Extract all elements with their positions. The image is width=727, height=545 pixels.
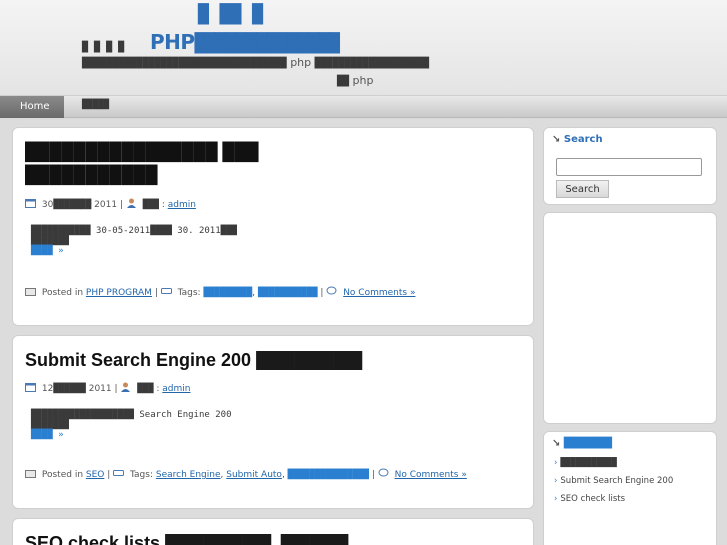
nav-home[interactable]: Home — [0, 96, 64, 118]
tag-link-1[interactable]: █████████ — [203, 288, 252, 298]
comment-icon — [378, 468, 389, 477]
recent-posts-widget: ↘ ████████ ███████████ Submit Search Eng… — [543, 431, 717, 545]
search-widget: ↘ Search Search — [543, 127, 717, 205]
calendar-icon — [25, 199, 36, 208]
post-excerpt: ███████████████████ Search Engine 200 ██… — [31, 410, 232, 440]
recent-post-item[interactable]: Submit Search Engine 200 — [554, 476, 673, 486]
post-title[interactable]: Submit Search Engine 200 ███████████ — [25, 350, 362, 371]
search-button[interactable]: Search — [556, 180, 609, 198]
main-nav: Home █████ — [0, 96, 727, 118]
search-input[interactable] — [556, 158, 702, 176]
recent-posts-list: ███████████ Submit Search Engine 200 SEO… — [554, 458, 673, 512]
calendar-icon — [25, 383, 36, 392]
recent-post-item[interactable]: SEO check lists — [554, 494, 673, 504]
read-more-link[interactable]: ████ » — [31, 430, 231, 440]
post-title[interactable]: SEO check lists ███████████ ███████ — [25, 533, 348, 545]
post-3: SEO check lists ███████████ ███████ — [12, 518, 534, 545]
site-title-glyphs[interactable]: ██████████████ — [195, 33, 340, 54]
tag-link-2[interactable]: Submit Auto — [226, 470, 282, 480]
post-meta: 12██████ 2011 | ███ : admin — [25, 382, 191, 394]
author-link[interactable]: admin — [168, 200, 196, 210]
author-link[interactable]: admin — [162, 384, 190, 394]
tagline-line-1: ██████████████████████████████████ php █… — [82, 56, 430, 69]
tagline-line-2: ██ php — [337, 74, 374, 87]
tag-link-2[interactable]: ███████████ — [258, 288, 318, 298]
comment-icon — [326, 286, 337, 295]
tag-link-1[interactable]: Search Engine — [156, 470, 221, 480]
recent-posts-title: ↘ ████████ — [552, 438, 613, 449]
nav-item-2[interactable]: █████ — [82, 100, 109, 110]
arrow-icon: ↘ — [552, 134, 561, 145]
search-widget-title: ↘ Search — [552, 134, 603, 145]
tag-icon — [113, 470, 125, 476]
post-1: ████████████████ ███ ███████████ 30█████… — [12, 127, 534, 326]
sidebar-blank-widget — [543, 212, 717, 424]
folder-icon — [25, 470, 36, 478]
tagline-php-word: php — [290, 56, 312, 69]
recent-post-item[interactable]: ███████████ — [554, 458, 673, 468]
user-icon — [126, 198, 136, 208]
post-footer: Posted in PHP PROGRAM | Tags: █████████,… — [25, 286, 415, 298]
post-footer: Posted in SEO | Tags: Search Engine, Sub… — [25, 468, 467, 480]
site-title[interactable]: PHP██████████████ — [150, 30, 340, 54]
arrow-icon: ↘ — [552, 438, 561, 449]
tag-link-3[interactable]: ███████████████ — [288, 470, 369, 480]
post-title[interactable]: ████████████████ ███ ███████████ — [25, 140, 259, 186]
category-link[interactable]: PHP PROGRAM — [86, 288, 152, 298]
tagline-top-glyphs: █ █ █ █ — [82, 42, 125, 53]
post-2: Submit Search Engine 200 ███████████ 12█… — [12, 335, 534, 509]
site-header: █ ██ █ PHP██████████████ █ █ █ █ ███████… — [0, 0, 727, 96]
post-excerpt: ███████████ 30-05-2011████ 30. 2011███ █… — [31, 226, 237, 256]
comments-link[interactable]: No Comments » — [343, 288, 415, 298]
comments-link[interactable]: No Comments » — [395, 470, 467, 480]
site-title-top-glyphs: █ ██ █ — [198, 4, 264, 25]
folder-icon — [25, 288, 36, 296]
user-icon — [121, 382, 131, 392]
tag-icon — [160, 288, 172, 294]
category-link[interactable]: SEO — [86, 470, 104, 480]
post-meta: 30███████ 2011 | ███ : admin — [25, 198, 196, 210]
read-more-link[interactable]: ████ » — [31, 246, 237, 256]
